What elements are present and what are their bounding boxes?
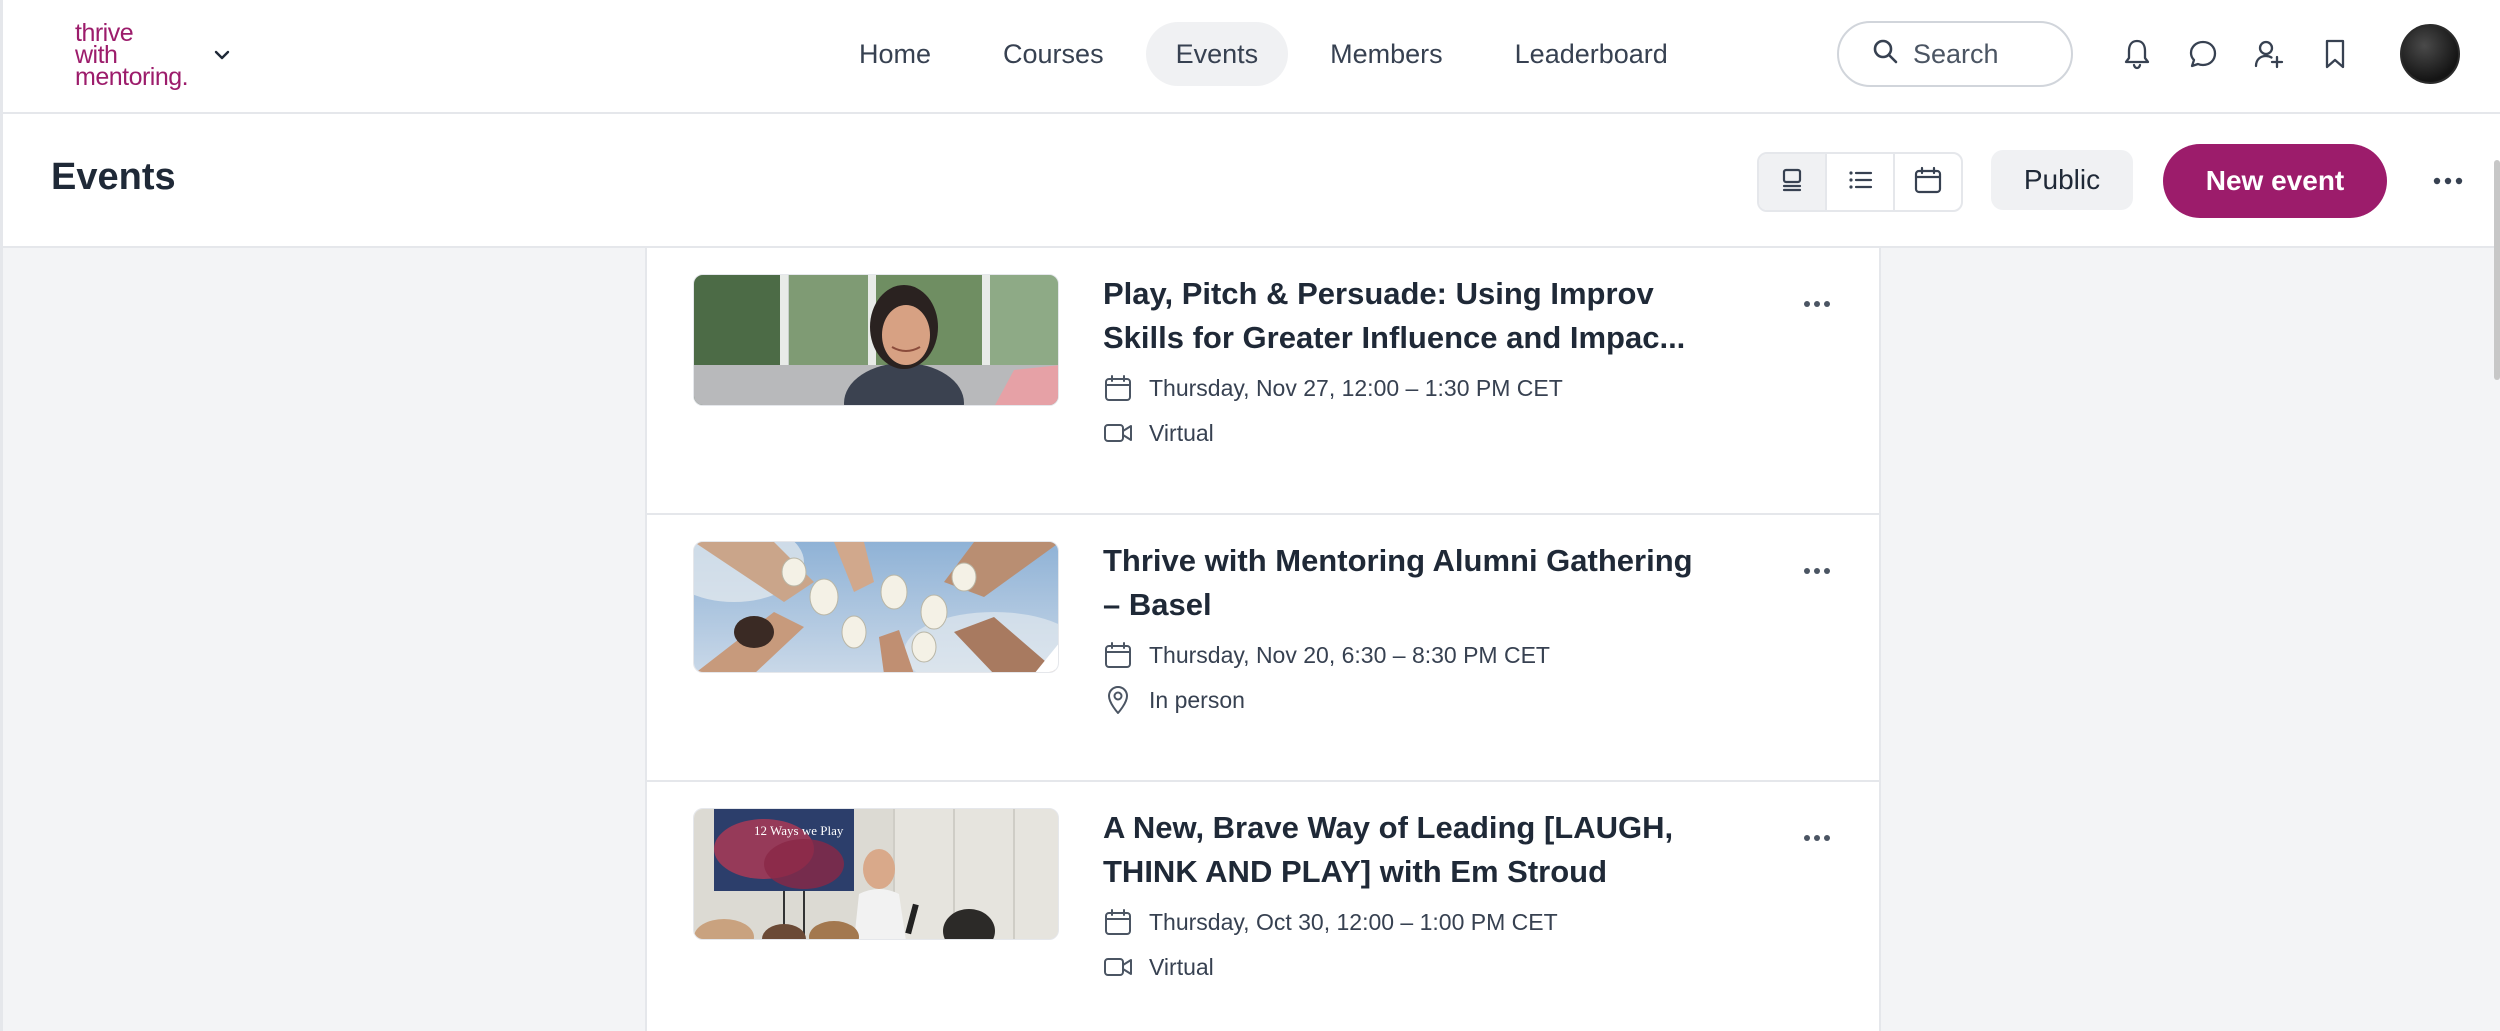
bookmark-icon[interactable]	[2313, 32, 2357, 76]
search-box[interactable]: Search	[1837, 21, 2073, 87]
event-image-speaker-presentation: 12 Ways we Play	[694, 809, 1058, 939]
event-title[interactable]: Thrive with Mentoring Alumni Gathering –…	[1103, 539, 1703, 627]
event-location-text: Virtual	[1149, 419, 1214, 446]
search-placeholder: Search	[1913, 38, 1999, 69]
event-card[interactable]: Play, Pitch & Persuade: Using Improv Ski…	[647, 248, 1879, 515]
avatar[interactable]	[2400, 24, 2460, 84]
event-title[interactable]: A New, Brave Way of Leading [LAUGH, THIN…	[1103, 806, 1703, 894]
video-camera-icon	[1103, 418, 1133, 448]
event-location: Virtual	[1103, 418, 1214, 448]
event-list: Play, Pitch & Persuade: Using Improv Ski…	[645, 248, 1881, 1031]
event-more-options-icon[interactable]	[1797, 284, 1837, 324]
chat-bubble-icon[interactable]	[2181, 32, 2225, 76]
calendar-icon	[1103, 640, 1133, 670]
logo[interactable]: thrive with mentoring.	[75, 21, 189, 91]
event-date-text: Thursday, Nov 20, 6:30 – 8:30 PM CET	[1149, 641, 1550, 668]
page-scrollbar[interactable]	[2494, 160, 2500, 380]
map-pin-icon	[1103, 685, 1133, 715]
event-card[interactable]: Thrive with Mentoring Alumni Gathering –…	[647, 515, 1879, 782]
event-thumbnail[interactable]	[693, 274, 1059, 406]
page-header: Events Public New event	[0, 114, 2500, 248]
calendar-view-icon	[1913, 165, 1943, 200]
public-button[interactable]: Public	[1991, 150, 2133, 210]
nav-members[interactable]: Members	[1300, 22, 1473, 86]
calendar-icon	[1103, 907, 1133, 937]
event-date-text: Thursday, Nov 27, 12:00 – 1:30 PM CET	[1149, 374, 1563, 401]
page-title: Events	[51, 156, 176, 198]
nav-leaderboard[interactable]: Leaderboard	[1485, 22, 1698, 86]
main-nav: Home Courses Events Members Leaderboard	[829, 22, 1698, 86]
calendar-view-button[interactable]	[1895, 154, 1961, 210]
card-view-button[interactable]	[1759, 154, 1827, 210]
video-camera-icon	[1103, 952, 1133, 982]
search-icon	[1871, 37, 1899, 72]
chevron-down-icon[interactable]	[209, 42, 235, 68]
event-card[interactable]: 12 Ways we Play A New, Brave Way of Lead…	[647, 782, 1879, 1031]
nav-events[interactable]: Events	[1145, 22, 1289, 86]
card-view-icon	[1778, 166, 1806, 199]
event-location-text: In person	[1149, 686, 1245, 713]
nav-home[interactable]: Home	[829, 22, 961, 86]
event-date: Thursday, Oct 30, 12:00 – 1:00 PM CET	[1103, 907, 1558, 937]
event-thumbnail[interactable]	[693, 541, 1059, 673]
event-image-champagne-toast	[694, 542, 1058, 672]
view-toggle	[1757, 152, 1963, 212]
bell-icon[interactable]	[2115, 32, 2159, 76]
more-options-icon[interactable]	[2427, 160, 2469, 202]
event-thumbnail[interactable]: 12 Ways we Play	[693, 808, 1059, 940]
list-view-button[interactable]	[1827, 154, 1895, 210]
event-location-text: Virtual	[1149, 953, 1214, 980]
list-view-icon	[1846, 166, 1874, 199]
event-image-woman-smiling	[694, 275, 1058, 405]
thumb-caption: 12 Ways we Play	[754, 823, 844, 838]
event-title[interactable]: Play, Pitch & Persuade: Using Improv Ski…	[1103, 272, 1703, 360]
event-more-options-icon[interactable]	[1797, 551, 1837, 591]
event-date-text: Thursday, Oct 30, 12:00 – 1:00 PM CET	[1149, 908, 1558, 935]
user-add-icon[interactable]	[2247, 32, 2291, 76]
new-event-button[interactable]: New event	[2163, 144, 2387, 218]
top-navigation-bar: thrive with mentoring. Home Courses Even…	[0, 0, 2500, 114]
event-location: Virtual	[1103, 952, 1214, 982]
nav-courses[interactable]: Courses	[973, 22, 1134, 86]
event-date: Thursday, Nov 20, 6:30 – 8:30 PM CET	[1103, 640, 1550, 670]
event-location: In person	[1103, 685, 1245, 715]
logo-line: mentoring.	[75, 63, 189, 91]
calendar-icon	[1103, 373, 1133, 403]
event-date: Thursday, Nov 27, 12:00 – 1:30 PM CET	[1103, 373, 1563, 403]
event-more-options-icon[interactable]	[1797, 818, 1837, 858]
